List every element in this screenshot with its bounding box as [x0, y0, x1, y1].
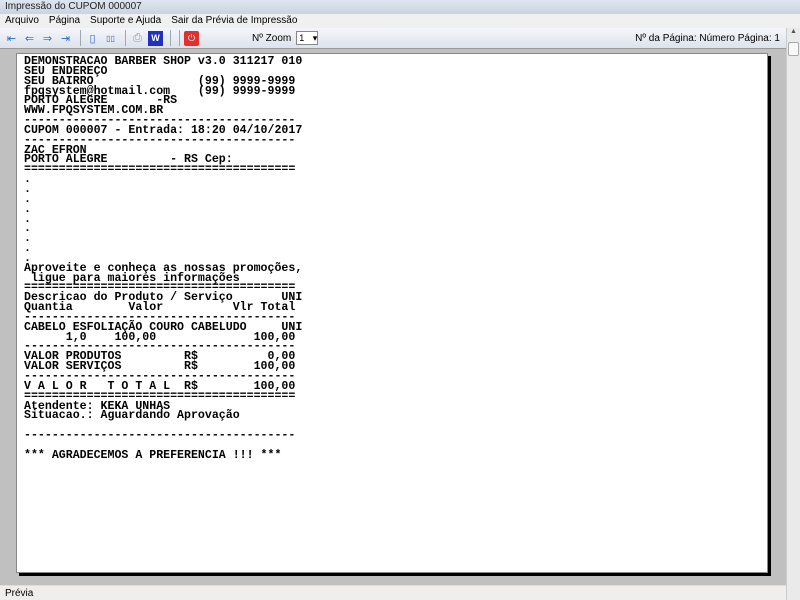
receipt-line: *** AGRADECEMOS A PREFERENCIA !!! ***	[24, 448, 282, 462]
toolbar: ⇤ ⇐ ⇒ ⇥ ▯ ▯▯ ⎙ W ⏻ Nº Zoom 1 ▾ Nº da Pági…	[0, 28, 786, 48]
single-page-icon[interactable]: ▯	[85, 31, 100, 46]
receipt-line: Situacao.: Aguardando Aprovação	[24, 409, 240, 423]
receipt-line: =======================================	[24, 163, 296, 177]
receipt-line: .	[24, 202, 31, 216]
prev-page-icon[interactable]: ⇐	[22, 31, 37, 46]
zoom-select[interactable]: 1 ▾	[296, 31, 319, 45]
preview-page: DEMONSTRACAO BARBER SHOP v3.0 311217 010…	[16, 53, 768, 573]
menu-arquivo[interactable]: Arquivo	[5, 15, 39, 27]
zoom-value: 1	[299, 33, 305, 43]
first-page-icon[interactable]: ⇤	[4, 31, 19, 46]
page-number-label: Nº da Página: Número Página: 1	[635, 32, 780, 44]
menu-bar: Arquivo Página Suporte e Ajuda Sair da P…	[0, 14, 800, 28]
two-pages-icon[interactable]: ▯▯	[103, 31, 118, 46]
receipt-text: DEMONSTRACAO BARBER SHOP v3.0 311217 010…	[24, 56, 302, 462]
vertical-scrollbar[interactable]: ▲	[786, 28, 800, 600]
scroll-up-icon[interactable]: ▲	[787, 28, 800, 35]
status-bar: Prévia	[0, 585, 786, 600]
last-page-icon[interactable]: ⇥	[58, 31, 73, 46]
exit-icon[interactable]: ⏻	[184, 30, 199, 46]
receipt-line: .	[24, 242, 31, 256]
window-title: Impressão do CUPOM 000007	[0, 0, 800, 14]
separator	[179, 30, 180, 46]
print-icon[interactable]: ⎙	[130, 31, 145, 46]
receipt-line: .	[24, 182, 31, 196]
separator	[125, 30, 126, 46]
separator	[170, 30, 171, 46]
menu-suporte[interactable]: Suporte e Ajuda	[90, 15, 161, 27]
receipt-line: .	[24, 192, 31, 206]
word-export-icon[interactable]: W	[148, 30, 163, 46]
menu-sair[interactable]: Sair da Prévia de Impressão	[171, 15, 297, 27]
receipt-line: .	[24, 232, 31, 246]
next-page-icon[interactable]: ⇒	[40, 31, 55, 46]
preview-area: DEMONSTRACAO BARBER SHOP v3.0 311217 010…	[0, 48, 786, 585]
separator	[80, 30, 81, 46]
scroll-thumb[interactable]	[788, 42, 799, 56]
receipt-line: ---------------------------------------	[24, 429, 296, 443]
chevron-down-icon: ▾	[312, 32, 318, 43]
zoom-label: Nº Zoom	[252, 32, 292, 44]
menu-pagina[interactable]: Página	[49, 15, 80, 27]
receipt-line: .	[24, 222, 31, 236]
receipt-line: .	[24, 212, 31, 226]
receipt-line: .	[24, 173, 31, 187]
